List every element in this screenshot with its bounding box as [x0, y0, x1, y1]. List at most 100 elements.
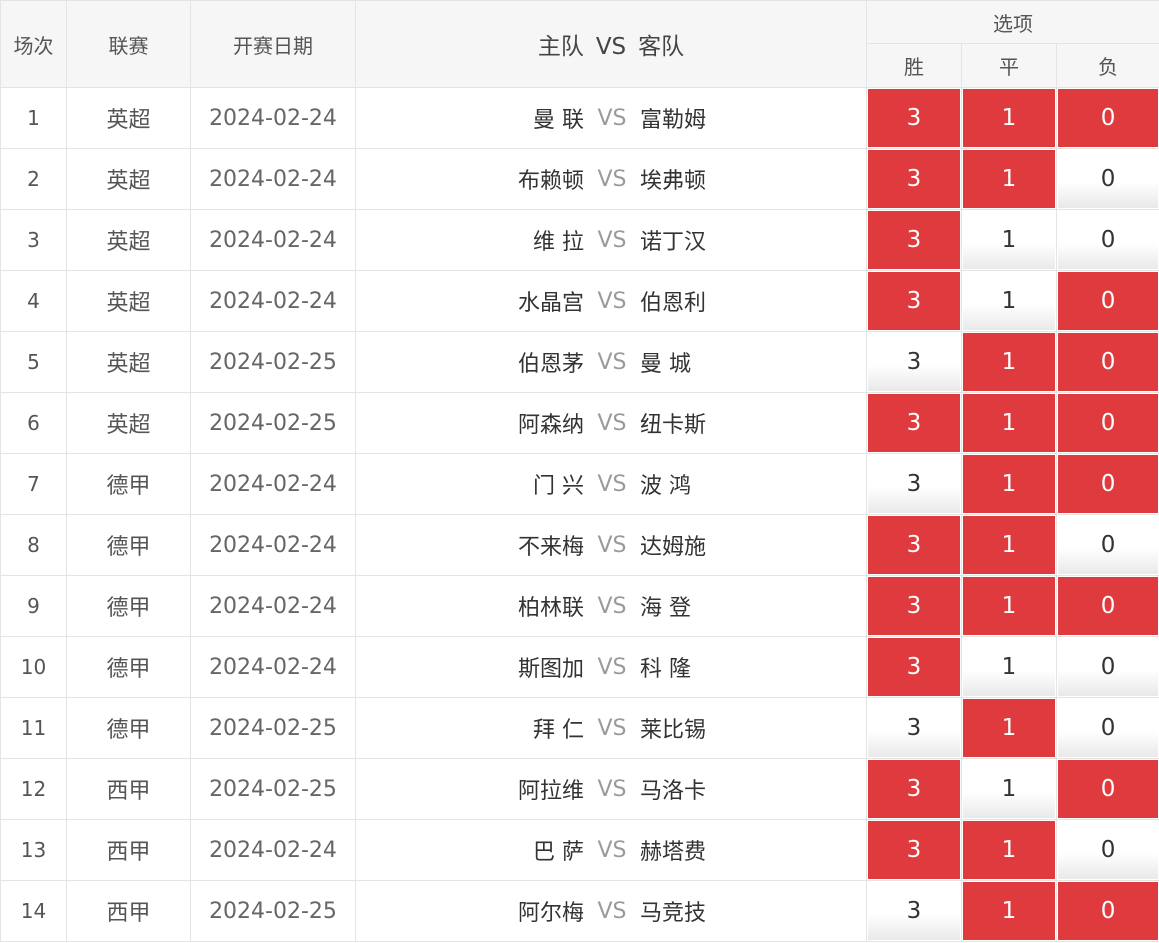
home-team: 水晶宫 — [517, 291, 584, 316]
option-draw-button[interactable]: 1 — [963, 577, 1055, 635]
match-number: 5 — [0, 331, 67, 393]
option-draw-button[interactable]: 1 — [963, 455, 1055, 513]
match-table: 场次 联赛 开赛日期 主队 VS 客队 选项 胜 平 负 1 英超 2024-02-24… — [0, 0, 1159, 942]
draw-cell: 1 — [961, 636, 1057, 698]
option-win-button[interactable]: 3 — [868, 516, 960, 574]
home-team: 维 拉 — [533, 230, 584, 255]
lose-cell: 0 — [1055, 148, 1159, 210]
draw-cell: 1 — [961, 819, 1057, 881]
option-lose-button[interactable]: 0 — [1058, 821, 1159, 879]
option-win-button[interactable]: 3 — [868, 272, 960, 330]
match-number: 1 — [0, 87, 67, 149]
option-draw-button[interactable]: 1 — [963, 516, 1055, 574]
option-win-button[interactable]: 3 — [868, 455, 960, 513]
draw-cell: 1 — [961, 880, 1057, 942]
option-lose-button[interactable]: 0 — [1058, 272, 1159, 330]
option-draw-button[interactable]: 1 — [963, 638, 1055, 696]
match-teams: 阿森纳 VS 纽卡斯 — [355, 392, 867, 454]
option-lose-button[interactable]: 0 — [1058, 577, 1159, 635]
draw-cell: 1 — [961, 453, 1057, 515]
match-teams: 阿尔梅 VS 马竞技 — [355, 880, 867, 942]
away-team: 海 登 — [640, 596, 691, 621]
home-team: 门 兴 — [533, 474, 584, 499]
option-win-button[interactable]: 3 — [868, 882, 960, 940]
lose-cell: 0 — [1055, 87, 1159, 149]
option-win-button[interactable]: 3 — [868, 577, 960, 635]
option-draw-button[interactable]: 1 — [963, 760, 1055, 818]
match-teams: 阿拉维 VS 马洛卡 — [355, 758, 867, 820]
header-win: 胜 — [866, 43, 962, 88]
vs-label: VS — [597, 654, 627, 680]
option-draw-button[interactable]: 1 — [963, 821, 1055, 879]
win-cell: 3 — [866, 331, 962, 393]
option-win-button[interactable]: 3 — [868, 638, 960, 696]
lose-cell: 0 — [1055, 880, 1159, 942]
option-lose-button[interactable]: 0 — [1058, 882, 1159, 940]
match-teams: 伯恩茅 VS 曼 城 — [355, 331, 867, 393]
match-number: 7 — [0, 453, 67, 515]
match-date: 2024-02-24 — [190, 209, 356, 271]
option-lose-button[interactable]: 0 — [1058, 211, 1159, 269]
league-name: 英超 — [66, 209, 191, 271]
match-date: 2024-02-25 — [190, 697, 356, 759]
vs-label: VS — [597, 837, 627, 863]
header-home: 主队 — [537, 34, 584, 60]
option-draw-button[interactable]: 1 — [963, 211, 1055, 269]
draw-cell: 1 — [961, 697, 1057, 759]
table-row: 1 英超 2024-02-24 曼 联 VS 富勒姆 3 1 0 — [0, 87, 1159, 149]
match-teams: 曼 联 VS 富勒姆 — [355, 87, 867, 149]
option-lose-button[interactable]: 0 — [1058, 760, 1159, 818]
match-date: 2024-02-25 — [190, 758, 356, 820]
lose-cell: 0 — [1055, 575, 1159, 637]
option-draw-button[interactable]: 1 — [963, 394, 1055, 452]
option-win-button[interactable]: 3 — [868, 394, 960, 452]
away-team: 埃弗顿 — [640, 169, 707, 194]
option-draw-button[interactable]: 1 — [963, 333, 1055, 391]
option-lose-button[interactable]: 0 — [1058, 333, 1159, 391]
win-cell: 3 — [866, 270, 962, 332]
match-number: 3 — [0, 209, 67, 271]
option-lose-button[interactable]: 0 — [1058, 699, 1159, 757]
lose-cell: 0 — [1055, 819, 1159, 881]
match-date: 2024-02-24 — [190, 819, 356, 881]
option-lose-button[interactable]: 0 — [1058, 455, 1159, 513]
match-date: 2024-02-24 — [190, 148, 356, 210]
option-win-button[interactable]: 3 — [868, 760, 960, 818]
option-lose-button[interactable]: 0 — [1058, 150, 1159, 208]
win-cell: 3 — [866, 636, 962, 698]
option-draw-button[interactable]: 1 — [963, 89, 1055, 147]
win-cell: 3 — [866, 87, 962, 149]
lose-cell: 0 — [1055, 758, 1159, 820]
win-cell: 3 — [866, 148, 962, 210]
option-lose-button[interactable]: 0 — [1058, 394, 1159, 452]
option-draw-button[interactable]: 1 — [963, 699, 1055, 757]
option-lose-button[interactable]: 0 — [1058, 516, 1159, 574]
home-team: 阿森纳 — [517, 413, 584, 438]
option-draw-button[interactable]: 1 — [963, 882, 1055, 940]
option-draw-button[interactable]: 1 — [963, 272, 1055, 330]
vs-label: VS — [597, 410, 627, 436]
win-cell: 3 — [866, 209, 962, 271]
vs-label: VS — [597, 288, 627, 314]
option-win-button[interactable]: 3 — [868, 821, 960, 879]
win-cell: 3 — [866, 392, 962, 454]
option-lose-button[interactable]: 0 — [1058, 638, 1159, 696]
option-win-button[interactable]: 3 — [868, 150, 960, 208]
away-team: 诺丁汉 — [640, 230, 707, 255]
option-win-button[interactable]: 3 — [868, 89, 960, 147]
league-name: 英超 — [66, 270, 191, 332]
option-win-button[interactable]: 3 — [868, 211, 960, 269]
vs-label: VS — [597, 166, 627, 192]
match-number: 8 — [0, 514, 67, 576]
league-name: 德甲 — [66, 697, 191, 759]
option-draw-button[interactable]: 1 — [963, 150, 1055, 208]
option-lose-button[interactable]: 0 — [1058, 89, 1159, 147]
option-win-button[interactable]: 3 — [868, 333, 960, 391]
match-teams: 巴 萨 VS 赫塔费 — [355, 819, 867, 881]
match-teams: 布赖顿 VS 埃弗顿 — [355, 148, 867, 210]
vs-label: VS — [597, 349, 627, 375]
option-win-button[interactable]: 3 — [868, 699, 960, 757]
table-header: 场次 联赛 开赛日期 主队 VS 客队 选项 胜 平 负 — [0, 0, 1159, 88]
match-date: 2024-02-24 — [190, 636, 356, 698]
lose-cell: 0 — [1055, 331, 1159, 393]
